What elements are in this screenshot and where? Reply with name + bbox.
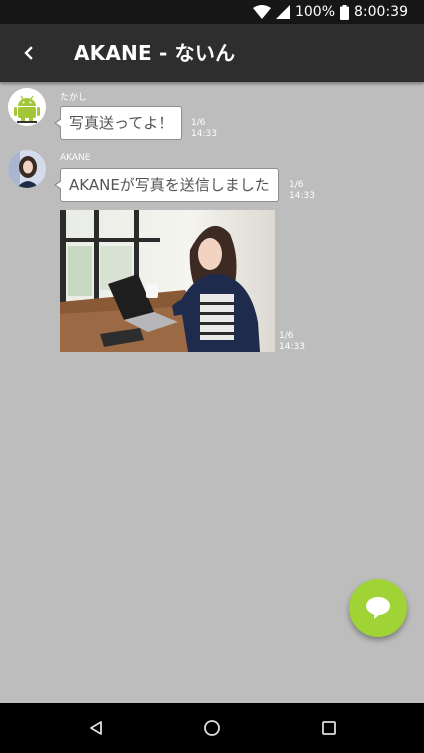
- avatar-akane[interactable]: [8, 150, 46, 188]
- woman-portrait: [8, 150, 46, 188]
- recents-square-icon: [322, 721, 336, 735]
- chat-fab-button[interactable]: [349, 579, 407, 637]
- status-icons: 100% 8:00:39: [252, 3, 408, 21]
- battery-icon: [340, 4, 350, 20]
- app-bar: AKANE - ないん: [0, 24, 424, 82]
- message-meta: 1/6 14:33: [289, 180, 315, 202]
- android-robot-icon: [8, 88, 46, 126]
- back-triangle-icon: [90, 721, 102, 735]
- photo-image: [60, 210, 275, 352]
- battery-percent: 100%: [294, 4, 336, 20]
- avatar-takashi[interactable]: [8, 88, 46, 126]
- nav-home-button[interactable]: [200, 716, 224, 740]
- nav-back-button[interactable]: [84, 716, 108, 740]
- chat-bubble-icon: [366, 597, 390, 619]
- wifi-icon: [252, 5, 271, 19]
- message-meta: 1/6 14:33: [279, 331, 305, 353]
- message-date: 1/6: [191, 118, 206, 128]
- message-date: 1/6: [289, 180, 304, 190]
- back-button[interactable]: [14, 38, 44, 68]
- status-time: 8:00:39: [354, 4, 408, 20]
- navigation-bar: [0, 703, 424, 753]
- message-time: 14:33: [191, 129, 217, 139]
- woman-with-laptop-photo[interactable]: [60, 210, 275, 352]
- status-bar: 100% 8:00:39: [0, 0, 424, 24]
- sender-name: AKANE: [60, 153, 91, 163]
- message-time: 14:33: [289, 191, 315, 201]
- home-circle-icon: [204, 720, 220, 736]
- message-meta: 1/6 14:33: [191, 118, 217, 140]
- message-date: 1/6: [279, 331, 294, 341]
- sender-name: たかし: [60, 93, 88, 103]
- message-bubble[interactable]: 写真送ってよ！: [53, 106, 183, 140]
- message-bubble[interactable]: AKANEが写真を送信しました: [54, 168, 279, 202]
- nav-recents-button[interactable]: [317, 716, 341, 740]
- message-time: 14:33: [279, 342, 305, 352]
- page-title: AKANE - ないん: [74, 41, 236, 65]
- signal-icon: [275, 5, 290, 19]
- chevron-left-icon: [24, 46, 33, 60]
